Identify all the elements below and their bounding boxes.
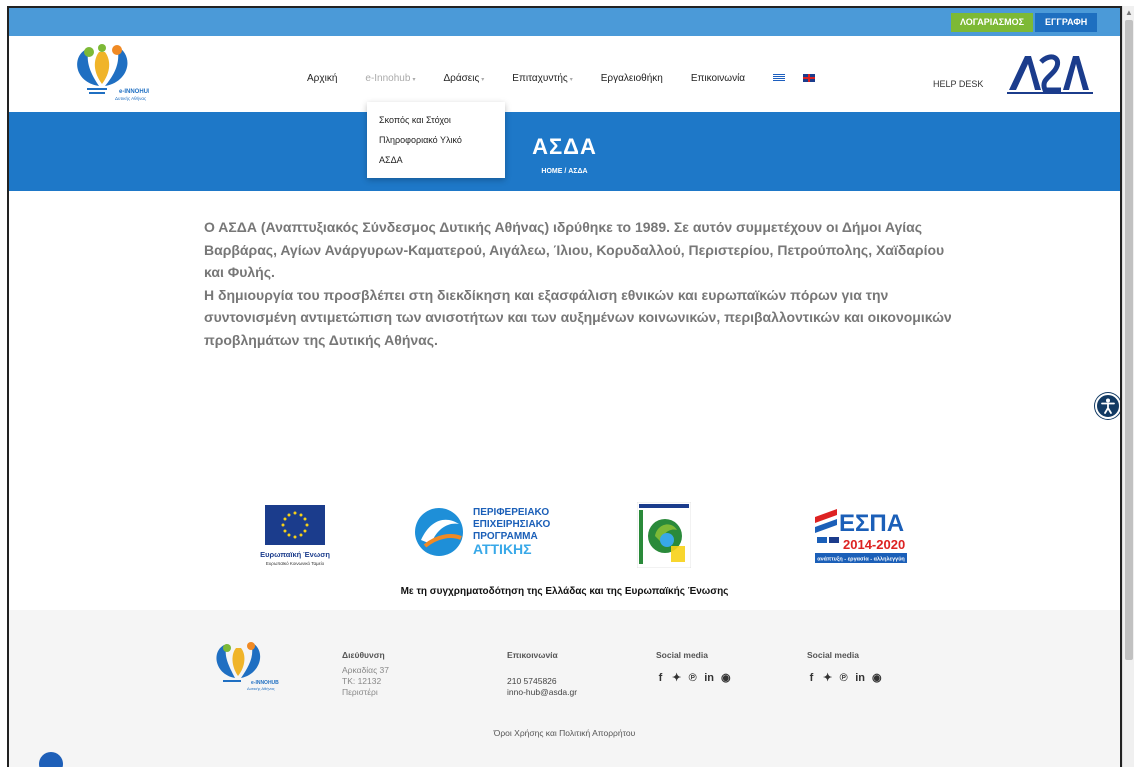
pinterest-icon[interactable]: ℗ <box>839 673 848 684</box>
footer-address: Διεύθυνση Αρκαδίας 37 ΤΚ: 12132 Περιστέρ… <box>342 650 389 698</box>
svg-text:Ευρωπαϊκό Κοινωνικό Ταμείο: Ευρωπαϊκό Κοινωνικό Ταμείο <box>266 560 325 566</box>
mission-paragraph: Η δημιουργία του προσβλέπει στη διεκδίκη… <box>204 286 952 348</box>
site-header: e-INNOHUB Δυτικής Αθήνας Αρχική e-Innohu… <box>9 36 1120 112</box>
footer-social-1: Social media f ✦ ℗ in ◉ <box>656 650 731 684</box>
address-city: Περιστέρι <box>342 687 378 697</box>
svg-text:ΑΤΤΙΚΗΣ: ΑΤΤΙΚΗΣ <box>473 541 532 557</box>
svg-text:e-INNOHUB: e-INNOHUB <box>119 89 149 95</box>
social-heading: Social media <box>656 650 708 660</box>
register-button[interactable]: ΕΓΓΡΑΦΗ <box>1035 13 1098 32</box>
main-nav: Αρχική e-Innohub ▾ Δράσεις ▾ Επιταχυντής ▾ … <box>307 68 833 88</box>
page-scrollbar[interactable]: ▲ <box>1122 6 1134 767</box>
page-title: ΑΣΔΑ <box>532 134 597 159</box>
terms-privacy-link[interactable]: Όροι Χρήσης και Πολιτική Απορρήτου <box>9 728 1120 738</box>
nav-accelerator[interactable]: Επιταχυντής ▾ <box>512 73 572 84</box>
top-bar: ΛΟΓΑΡΙΑΣΜΟΣ ΕΓΓΡΑΦΗ <box>9 8 1120 36</box>
svg-text:Ευρωπαϊκή Ένωση: Ευρωπαϊκή Ένωση <box>260 550 330 559</box>
facebook-icon[interactable]: f <box>656 673 665 684</box>
espa-logo: ΕΣΠΑ 2014-2020 ανάπτυξη - εργασία - αλλη… <box>815 509 907 563</box>
site-footer: e-INNOHUB Δυτικής Αθήνας Διεύθυνση Αρκαδ… <box>9 610 1120 767</box>
helpdesk-link[interactable]: HELP DESK <box>933 79 983 89</box>
dropdown-item-goals[interactable]: Σκοπός και Στόχοι <box>379 110 493 130</box>
social-links: f ✦ ℗ in ◉ <box>656 673 731 684</box>
contact-heading: Επικοινωνία <box>507 650 558 660</box>
svg-text:2014-2020: 2014-2020 <box>843 537 905 552</box>
chevron-down-icon: ▾ <box>412 76 416 83</box>
nav-actions[interactable]: Δράσεις ▾ <box>443 73 484 84</box>
chevron-down-icon: ▾ <box>569 76 573 83</box>
chevron-down-icon: ▾ <box>481 76 485 83</box>
browser-frame: ΛΟΓΑΡΙΑΣΜΟΣ ΕΓΓΡΑΦΗ e-INNOHUB Δυτικής Αθ… <box>7 6 1122 767</box>
nav-contact[interactable]: Επικοινωνία <box>691 73 745 84</box>
svg-text:ΕΠΙΧΕΙΡΗΣΙΑΚΟ: ΕΠΙΧΕΙΡΗΣΙΑΚΟ <box>473 519 550 530</box>
svg-text:ανάπτυξη - εργασία - αλληλεγγύ: ανάπτυξη - εργασία - αλληλεγγύη <box>817 557 905 563</box>
asda-logo[interactable] <box>1001 50 1101 98</box>
twitter-icon[interactable]: ✦ <box>672 673 681 684</box>
linkedin-icon[interactable]: in <box>855 673 865 684</box>
contact-email[interactable]: inno-hub@asda.gr <box>507 687 577 698</box>
nav-actions-label: Δράσεις <box>443 72 480 84</box>
dropdown-item-asda[interactable]: ΑΣΔΑ <box>379 150 493 170</box>
uk-flag-icon[interactable] <box>803 74 816 82</box>
pinterest-icon[interactable]: ℗ <box>688 673 697 684</box>
address-postcode: ΤΚ: 12132 <box>342 676 382 686</box>
contact-phone[interactable]: 210 5745826 <box>507 676 577 687</box>
nav-home[interactable]: Αρχική <box>307 73 337 84</box>
social-links: f ✦ ℗ in ◉ <box>807 673 882 684</box>
accessibility-toggle-icon[interactable] <box>39 752 63 767</box>
facebook-icon[interactable]: f <box>807 673 816 684</box>
breadcrumb[interactable]: HOME / ΑΣΔΑ <box>9 168 1120 175</box>
accessibility-icon <box>1101 398 1115 414</box>
twitter-icon[interactable]: ✦ <box>823 673 832 684</box>
linkedin-icon[interactable]: in <box>704 673 714 684</box>
intro-paragraph: Ο ΑΣΔΑ (Αναπτυξιακός Σύνδεσμος Δυτικής Α… <box>204 219 945 280</box>
nav-e-innohub[interactable]: e-Innohub ▾ <box>365 73 415 84</box>
regional-development-logo <box>637 502 691 568</box>
accessibility-button[interactable] <box>1095 393 1120 419</box>
cofunding-statement: Με τη συγχρηματοδότηση της Ελλάδας και τ… <box>400 586 729 597</box>
e-innohub-dropdown-menu: Σκοπός και Στόχοι Πληροφοριακό Υλικό ΑΣΔ… <box>367 102 505 178</box>
scroll-up-icon[interactable]: ▲ <box>1125 8 1133 17</box>
sponsor-logos: Ευρωπαϊκή Ένωση Ευρωπαϊκό Κοινωνικό Ταμε… <box>9 498 1120 578</box>
svg-text:Δυτικής Αθήνας: Δυτικής Αθήνας <box>247 686 275 691</box>
svg-text:ΠΕΡΙΦΕΡΕΙΑΚΟ: ΠΕΡΙΦΕΡΕΙΑΚΟ <box>473 507 549 518</box>
nav-toolbox[interactable]: Εργαλειοθήκη <box>601 73 663 84</box>
svg-text:Δυτικής Αθήνας: Δυτικής Αθήνας <box>115 95 147 101</box>
main-content: Ο ΑΣΔΑ (Αναπτυξιακός Σύνδεσμος Δυτικής Α… <box>204 216 964 351</box>
nav-e-innohub-label: e-Innohub <box>365 72 411 84</box>
account-button[interactable]: ΛΟΓΑΡΙΑΣΜΟΣ <box>951 13 1033 32</box>
footer-contact: Επικοινωνία 210 5745826 inno-hub@asda.gr <box>507 650 577 698</box>
greek-flag-icon[interactable] <box>773 74 786 82</box>
svg-text:ΕΣΠΑ: ΕΣΠΑ <box>839 510 904 537</box>
address-street: Αρκαδίας 37 <box>342 665 390 675</box>
innohub-logo[interactable]: e-INNOHUB Δυτικής Αθήνας <box>59 42 149 104</box>
footer-innohub-logo[interactable]: e-INNOHUB Δυτικής Αθήνας <box>201 638 281 694</box>
telegram-icon[interactable]: ◉ <box>872 673 882 684</box>
pep-attica-logo: ΠΕΡΙΦΕΡΕΙΑΚΟ ΕΠΙΧΕΙΡΗΣΙΑΚΟ ΠΡΟΓΡΑΜΜΑ ΑΤΤ… <box>415 507 550 557</box>
scrollbar-thumb[interactable] <box>1125 20 1133 660</box>
nav-accelerator-label: Επιταχυντής <box>512 72 568 84</box>
address-heading: Διεύθυνση <box>342 650 385 660</box>
page-hero: ΑΣΔΑ HOME / ΑΣΔΑ <box>9 112 1120 191</box>
social-heading: Social media <box>807 650 859 660</box>
eu-logo: Ευρωπαϊκή Ένωση Ευρωπαϊκό Κοινωνικό Ταμε… <box>260 505 330 566</box>
telegram-icon[interactable]: ◉ <box>721 673 731 684</box>
dropdown-item-info-material[interactable]: Πληροφοριακό Υλικό <box>379 130 493 150</box>
footer-social-2: Social media f ✦ ℗ in ◉ <box>807 650 882 684</box>
